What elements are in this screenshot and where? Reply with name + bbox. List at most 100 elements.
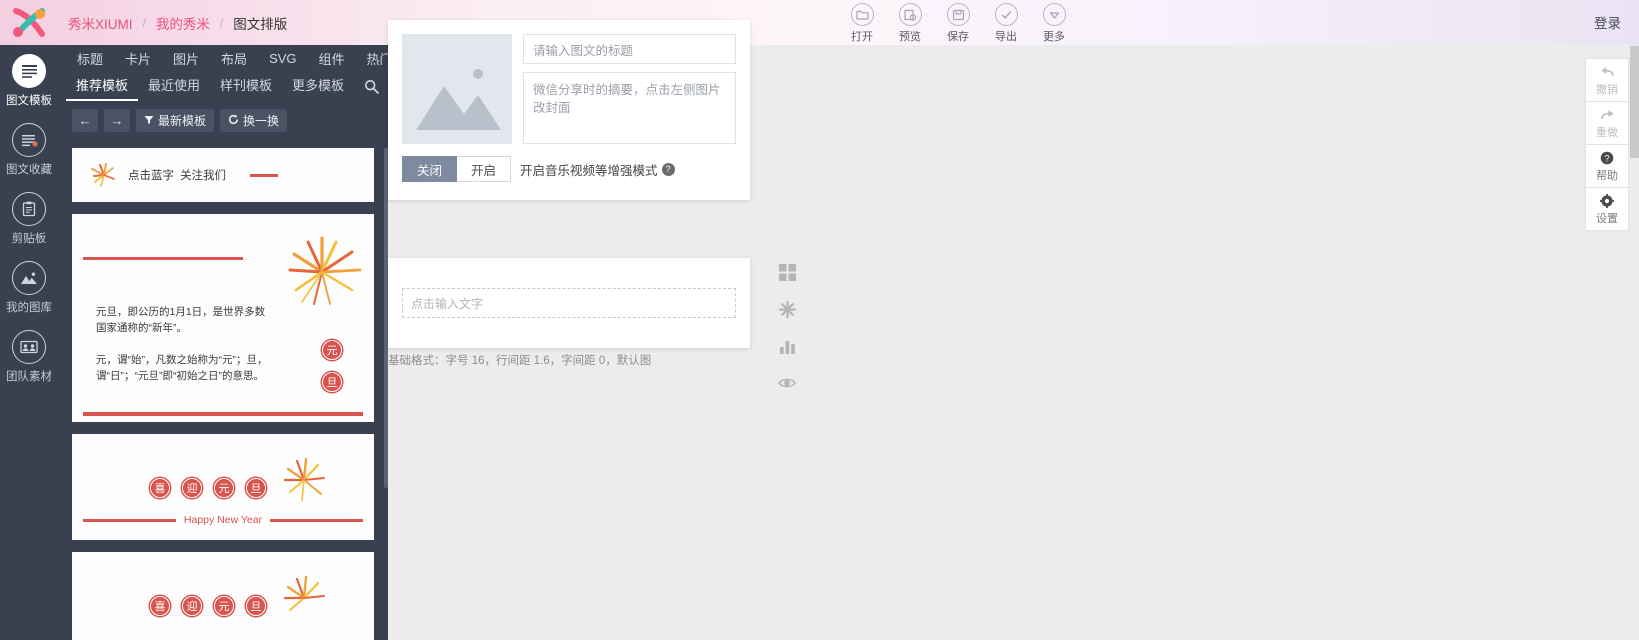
category-title[interactable]: 标题 xyxy=(66,49,114,68)
card4-badge-dan: 旦 xyxy=(246,596,266,616)
shuffle-label: 换一换 xyxy=(243,114,280,128)
brand-link[interactable]: 秀米XIUMI xyxy=(58,13,143,33)
category-svg[interactable]: SVG xyxy=(258,51,307,66)
redo-arrow-icon xyxy=(1600,107,1615,123)
tab-more-templates[interactable]: 更多模板 xyxy=(282,71,354,101)
top-toolbar: 打开 预览 保存 导出 更多 xyxy=(838,0,1078,45)
settings-label: 设置 xyxy=(1596,213,1618,225)
sidebar-item-favorites-label: 图文收藏 xyxy=(6,164,52,176)
tab-recently-used[interactable]: 最近使用 xyxy=(138,71,210,101)
card3-badge-ying: 迎 xyxy=(182,478,202,498)
card3-caption: Happy New Year xyxy=(183,514,263,526)
redo-button[interactable]: 重做 xyxy=(1585,101,1629,144)
category-layout[interactable]: 布局 xyxy=(210,49,258,68)
latest-templates-button[interactable]: 最新模板 xyxy=(136,109,215,132)
card4-badge-yuan: 元 xyxy=(214,596,234,616)
card3-badge-dan: 旦 xyxy=(246,478,266,498)
category-component[interactable]: 组件 xyxy=(308,49,356,68)
search-icon[interactable] xyxy=(364,79,379,94)
save-button[interactable]: 保存 xyxy=(934,0,982,45)
sidebar-item-clipboard[interactable]: 剪贴板 xyxy=(0,183,58,252)
settings-button[interactable]: 设置 xyxy=(1585,187,1629,231)
category-image[interactable]: 图片 xyxy=(162,49,210,68)
template-card-yuandan-intro[interactable]: 元旦，即公历的1月1日，是世界多数国家通称的“新年”。 元，谓“始”，凡数之始称… xyxy=(72,214,374,422)
card1-decor-line xyxy=(250,173,278,177)
body-content-card[interactable]: 点击输入文字 xyxy=(388,258,750,348)
tab-recommended-templates[interactable]: 推荐模板 xyxy=(66,71,139,101)
firework-small-icon xyxy=(283,457,325,502)
template-card-happy-new-year[interactable]: 喜 迎 元 旦 Happy New Year xyxy=(72,434,374,540)
chevron-down-icon xyxy=(1042,3,1066,26)
login-button[interactable]: 登录 xyxy=(1594,12,1621,32)
mode-off-button[interactable]: 关闭 xyxy=(402,156,458,182)
sidebar-item-my-gallery-label: 我的图库 xyxy=(6,302,52,314)
undo-button[interactable]: 撤销 xyxy=(1585,58,1629,101)
template-subtab-row: 推荐模板 最近使用 样刊模板 更多模板 xyxy=(58,71,388,101)
card2-badge-dan: 旦 xyxy=(322,372,342,392)
sidebar-item-favorites[interactable]: 图文收藏 xyxy=(0,114,58,183)
card1-line2: 关注我们 xyxy=(180,170,226,182)
template-controls: ← → 最新模板 换一换 xyxy=(58,101,388,140)
help-button[interactable]: ? 帮助 xyxy=(1585,144,1629,187)
clipboard-icon xyxy=(12,192,46,226)
card3-rule-right xyxy=(270,518,363,522)
question-mark-icon[interactable]: ? xyxy=(661,162,675,176)
card2-paragraph-2: 元，谓“始”，凡数之始称为“元”；旦，谓“日”；“元旦”即“初始之日”的意思。 xyxy=(96,354,268,383)
tab-sample-templates[interactable]: 样刊模板 xyxy=(210,71,282,101)
my-xiumi-link[interactable]: 我的秀米 xyxy=(146,13,220,33)
template-list[interactable]: 点击蓝字 关注我们 元旦，即公历的1月1日，是世界多数国家通称的“新年”。 元，… xyxy=(58,148,388,640)
text-template-icon xyxy=(12,54,46,88)
more-label: 更多 xyxy=(1043,31,1065,43)
card4-badge-xi: 喜 xyxy=(150,596,170,616)
mode-on-button[interactable]: 开启 xyxy=(457,156,512,182)
firework-large-icon xyxy=(288,236,362,305)
favorites-icon xyxy=(12,123,46,157)
eye-icon[interactable] xyxy=(777,373,797,393)
save-label: 保存 xyxy=(947,31,969,43)
open-button[interactable]: 打开 xyxy=(838,0,886,45)
redo-label: 重做 xyxy=(1596,127,1618,139)
cover-image-placeholder[interactable] xyxy=(402,34,512,144)
open-label: 打开 xyxy=(851,31,873,43)
export-button[interactable]: 导出 xyxy=(982,0,1030,45)
page-scrollbar[interactable] xyxy=(1630,46,1639,158)
sidebar-item-team-assets[interactable]: 团队素材 xyxy=(0,321,58,390)
category-card[interactable]: 卡片 xyxy=(114,49,162,68)
help-label: 帮助 xyxy=(1596,170,1618,182)
format-note: 基础格式：字号 16，行间距 1.6，字间距 0，默认图 xyxy=(388,355,652,367)
cover-abstract-input[interactable]: 微信分享时的摘要，点击左侧图片改封面 xyxy=(523,72,736,144)
sidebar-item-team-assets-label: 团队素材 xyxy=(6,371,52,383)
svg-text:?: ? xyxy=(1604,153,1609,163)
sidebar-item-my-gallery[interactable]: 我的图库 xyxy=(0,252,58,321)
enhanced-mode-row: 关闭 开启 开启音乐视频等增强模式 ? xyxy=(402,156,736,182)
preview-button[interactable]: 预览 xyxy=(886,0,934,45)
grid-layout-icon[interactable] xyxy=(777,262,797,282)
help-circle-icon: ? xyxy=(1600,150,1614,166)
card2-paragraph-1: 元旦，即公历的1月1日，是世界多数国家通称的“新年”。 xyxy=(96,306,266,335)
card3-rule-left xyxy=(83,518,176,522)
arrow-left-icon[interactable]: ← xyxy=(72,109,98,132)
card2-bottom-rule xyxy=(83,412,363,416)
floating-tools xyxy=(777,262,797,393)
filter-funnel-icon xyxy=(144,114,154,128)
gear-icon xyxy=(1600,193,1614,209)
sidebar-item-clipboard-label: 剪贴板 xyxy=(11,233,47,245)
breadcrumb: 秀米XIUMI / 我的秀米 / 图文排版 xyxy=(58,13,297,33)
bar-chart-icon[interactable] xyxy=(777,336,797,356)
enhanced-mode-label-group: 开启音乐视频等增强模式 ? xyxy=(520,160,675,179)
card3-badge-yuan: 元 xyxy=(214,478,234,498)
xiumi-logo-icon[interactable] xyxy=(0,0,58,45)
shuffle-button[interactable]: 换一换 xyxy=(220,109,288,132)
body-text-input[interactable]: 点击输入文字 xyxy=(402,288,736,318)
undo-arrow-icon xyxy=(1600,64,1615,80)
check-circle-icon xyxy=(994,3,1018,26)
template-card-follow-us[interactable]: 点击蓝字 关注我们 xyxy=(72,148,374,202)
card2-badge-yuan: 元 xyxy=(322,340,342,360)
template-card-partial[interactable]: 喜 迎 元 旦 xyxy=(72,552,374,640)
more-button[interactable]: 更多 xyxy=(1030,0,1078,45)
sidebar-item-text-template[interactable]: 图文模板 xyxy=(0,45,58,114)
asterisk-icon[interactable] xyxy=(777,299,797,319)
current-section-link[interactable]: 图文排版 xyxy=(223,13,297,33)
cover-title-input[interactable]: 请输入图文的标题 xyxy=(523,34,736,64)
arrow-right-icon[interactable]: → xyxy=(104,109,130,132)
